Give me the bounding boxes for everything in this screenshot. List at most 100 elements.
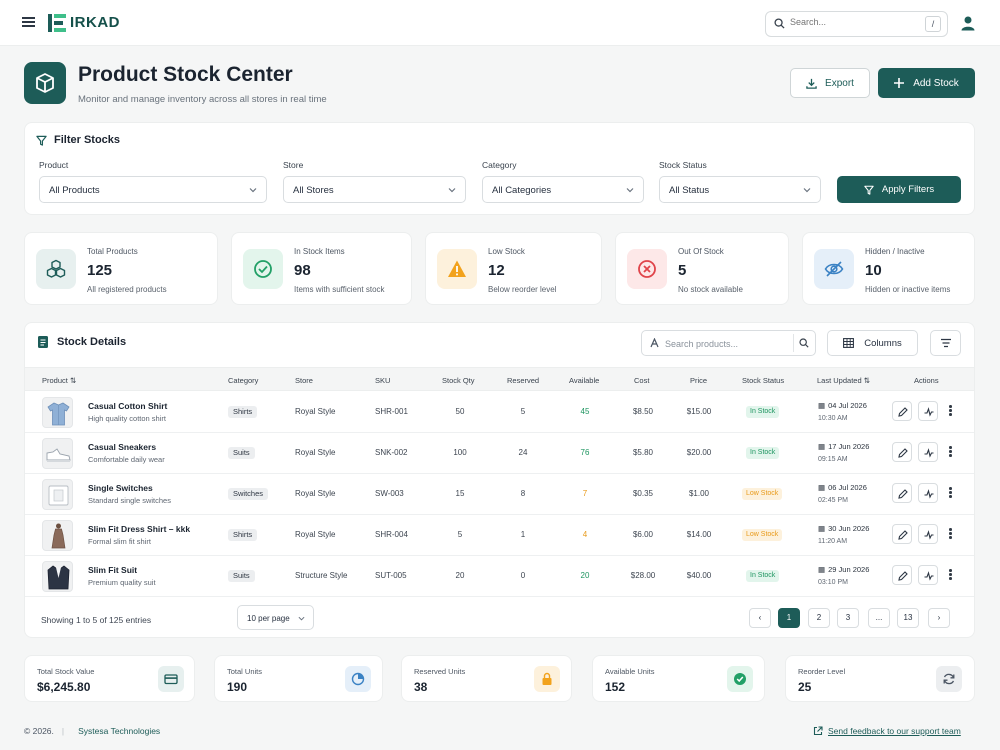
lock-icon — [534, 666, 560, 692]
table-row[interactable]: Casual Cotton Shirt High quality cotton … — [25, 392, 974, 433]
per-page-select[interactable]: 10 per page — [237, 605, 314, 630]
cost-cell: $8.50 — [632, 407, 654, 416]
summary-label: Reserved Units — [414, 667, 466, 676]
page-button-1[interactable]: 1 — [778, 608, 800, 628]
add-stock-button[interactable]: Add Stock — [878, 68, 975, 98]
reserved-cell: 5 — [520, 407, 526, 416]
store-select[interactable]: All Stores — [283, 176, 466, 203]
stat-label: In Stock Items — [294, 247, 345, 256]
status-select[interactable]: All Status — [659, 176, 821, 203]
columns-label: Columns — [864, 337, 902, 349]
col-last-updated[interactable]: Last Updated ⇅ — [817, 376, 870, 385]
grid-icon — [843, 338, 855, 348]
price-cell: $40.00 — [686, 571, 712, 580]
product-name[interactable]: Single Switches — [88, 483, 153, 493]
menu-icon[interactable] — [22, 17, 35, 27]
stock-details-title-label: Stock Details — [57, 336, 127, 348]
product-name[interactable]: Slim Fit Suit — [88, 565, 137, 575]
last-updated-time: 10:30 AM — [818, 415, 848, 422]
more-options-icon[interactable] — [949, 487, 952, 499]
col-stock-status: Stock Status — [742, 376, 785, 385]
edit-button[interactable] — [892, 401, 912, 421]
table-row[interactable]: Slim Fit Dress Shirt – kkk Formal slim f… — [25, 515, 974, 556]
per-page-value: 10 per page — [247, 614, 290, 623]
activity-icon — [924, 407, 934, 417]
company-link[interactable]: Systesa Technologies — [78, 726, 160, 736]
apply-filters-button[interactable]: Apply Filters — [837, 176, 961, 203]
user-avatar-icon[interactable] — [960, 15, 976, 31]
page-button-2[interactable]: 2 — [808, 608, 830, 628]
summary-available-units: Available Units 152 — [592, 655, 765, 702]
summary-total-units: Total Units 190 — [214, 655, 383, 702]
search-input[interactable] — [790, 17, 910, 27]
summary-label: Available Units — [605, 667, 655, 676]
activity-button[interactable] — [918, 401, 938, 421]
col-product[interactable]: Product ⇅ — [42, 376, 76, 385]
page-button-13[interactable]: 13 — [897, 608, 919, 628]
prev-page-button[interactable]: ‹ — [749, 608, 771, 628]
table-row[interactable]: Single Switches Standard single switches… — [25, 474, 974, 515]
activity-button[interactable] — [918, 483, 938, 503]
activity-icon — [924, 530, 934, 540]
available-cell: 4 — [582, 530, 588, 539]
document-icon — [38, 336, 48, 348]
stat-card-low-stock: Low Stock 12 Below reorder level — [425, 232, 602, 305]
search-icon — [774, 18, 785, 29]
product-search-button[interactable] — [793, 334, 812, 352]
logo-icon — [48, 14, 66, 32]
reserved-cell: 24 — [518, 448, 528, 457]
product-search-prefix-icon — [650, 338, 659, 348]
reserved-cell: 1 — [520, 530, 526, 539]
stat-desc: No stock available — [678, 285, 743, 294]
stat-desc: Hidden or inactive items — [865, 285, 951, 294]
product-desc: Formal slim fit shirt — [88, 537, 151, 546]
product-select[interactable]: All Products — [39, 176, 267, 203]
x-circle-icon — [627, 249, 667, 289]
product-name[interactable]: Casual Sneakers — [88, 442, 156, 452]
suit-thumbnail — [42, 561, 73, 592]
product-name[interactable]: Casual Cotton Shirt — [88, 401, 167, 411]
date-text: 06 Jul 2026 — [828, 483, 867, 492]
page-button-3[interactable]: 3 — [837, 608, 859, 628]
feedback-link[interactable]: Send feedback to our support team — [813, 726, 961, 736]
page-ellipsis: ... — [868, 608, 890, 628]
sku-cell: SNK-002 — [375, 448, 408, 457]
activity-button[interactable] — [918, 565, 938, 585]
global-search[interactable]: / — [765, 11, 948, 37]
more-options-icon[interactable] — [949, 528, 952, 540]
add-stock-label: Add Stock — [913, 77, 959, 89]
columns-button[interactable]: Columns — [827, 330, 918, 356]
table-row[interactable]: Slim Fit Suit Premium quality suit Suits… — [25, 556, 974, 597]
more-options-icon[interactable] — [949, 446, 952, 458]
next-page-button[interactable]: › — [928, 608, 950, 628]
last-updated-date: ▦ 06 Jul 2026 — [818, 483, 867, 492]
edit-button[interactable] — [892, 565, 912, 585]
stat-value: 10 — [865, 262, 882, 279]
col-last-updated-label: Last Updated — [817, 376, 862, 385]
activity-button[interactable] — [918, 442, 938, 462]
price-cell: $20.00 — [686, 448, 712, 457]
filter-title-label: Filter Stocks — [54, 134, 121, 146]
table-row[interactable]: Casual Sneakers Comfortable daily wear S… — [25, 433, 974, 474]
category-select[interactable]: All Categories — [482, 176, 644, 203]
product-name[interactable]: Slim Fit Dress Shirt – kkk — [88, 524, 190, 534]
more-options-icon[interactable] — [949, 569, 952, 581]
table-header: Product ⇅ Category Store SKU Stock Qty R… — [25, 367, 974, 391]
stat-label: Hidden / Inactive — [865, 247, 925, 256]
activity-button[interactable] — [918, 524, 938, 544]
stock-qty-cell: 100 — [453, 448, 467, 457]
edit-button[interactable] — [892, 524, 912, 544]
stat-card-total-products: Total Products 125 All registered produc… — [24, 232, 218, 305]
col-store: Store — [295, 376, 313, 385]
product-search-input[interactable]: Search products... — [641, 330, 816, 356]
store-cell: Royal Style — [295, 489, 336, 498]
sort-button[interactable] — [930, 330, 961, 356]
edit-button[interactable] — [892, 442, 912, 462]
edit-button[interactable] — [892, 483, 912, 503]
more-options-icon[interactable] — [949, 405, 952, 417]
calendar-icon: ▦ — [818, 524, 826, 533]
plus-icon — [894, 78, 905, 88]
export-button[interactable]: Export — [790, 68, 870, 98]
cost-cell: $5.80 — [632, 448, 654, 457]
sku-cell: SHR-001 — [375, 407, 408, 416]
